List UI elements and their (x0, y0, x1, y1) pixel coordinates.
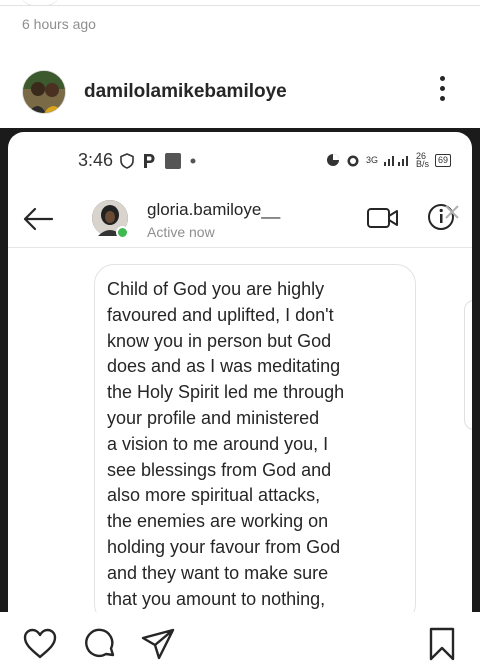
post-image: 3:46 3G 26 B/s 69 gloria.bamiloye__ Acti… (0, 128, 480, 612)
app-notification-icon (165, 153, 181, 169)
dm-username[interactable]: gloria.bamiloye__ (147, 200, 280, 220)
back-arrow-icon[interactable] (22, 206, 54, 232)
network-type: 3G (366, 155, 379, 165)
dot-icon (190, 158, 196, 164)
avatar[interactable] (22, 70, 66, 114)
post-timestamp: 6 hours ago (22, 16, 96, 32)
bookmark-icon[interactable] (424, 626, 460, 662)
heart-icon[interactable] (22, 626, 58, 662)
message-line: the enemies are working on (107, 511, 329, 532)
more-vertical-icon[interactable] (436, 76, 448, 106)
message-line: know you in person but God (107, 330, 332, 351)
speed-unit: B/s (416, 159, 430, 169)
instagram-post: 6 hours ago damilolamikebamiloye 3:46 3G… (0, 0, 480, 670)
video-call-icon[interactable] (366, 206, 400, 230)
online-status-dot (116, 226, 129, 239)
message-line: also more spiritual attacks, (107, 485, 321, 506)
message-line: see blessings from God and (107, 459, 332, 480)
status-right-icons: 3G 26 B/s 69 (326, 152, 452, 169)
network-speed: 26 B/s (416, 152, 430, 169)
previous-post-edge (0, 0, 480, 10)
post-header: damilolamikebamiloye (0, 68, 480, 118)
post-action-bar (0, 612, 480, 670)
comment-icon[interactable] (82, 626, 118, 662)
message-line: and they want to make sure (107, 562, 329, 583)
send-icon[interactable] (140, 626, 176, 662)
post-username[interactable]: damilolamikebamiloye (84, 81, 287, 103)
dm-screenshot: 3:46 3G 26 B/s 69 gloria.bamiloye__ Acti… (8, 132, 472, 612)
message-line: holding your favour from God (107, 536, 341, 557)
shield-icon (120, 153, 134, 169)
message-line: Child of God you are highly (107, 279, 325, 299)
status-time: 3:46 (78, 150, 114, 170)
parking-icon (144, 154, 155, 168)
info-icon[interactable] (426, 202, 460, 232)
data-saver-icon (327, 154, 339, 166)
status-left-icons (120, 152, 196, 170)
message-line: the Holy Spirit led me through (107, 382, 345, 403)
message-line: your profile and ministered (107, 407, 320, 428)
dm-header: gloria.bamiloye__ Active now (8, 192, 472, 248)
battery-icon: 69 (435, 153, 452, 167)
next-image-edge (464, 300, 472, 430)
signal-icon (384, 156, 409, 166)
dm-active-status: Active now (147, 224, 215, 240)
alarm-icon (347, 155, 359, 167)
message-line: does and as I was meditating (107, 356, 341, 377)
message-bubble: Child of God you are highly favoured and… (94, 264, 416, 612)
message-line: a vision to me around you, I (107, 433, 329, 454)
phone-status-bar: 3:46 3G 26 B/s 69 (8, 146, 472, 174)
message-line: that you amount to nothing, (107, 588, 326, 609)
message-line: favoured and uplifted, I don't (107, 304, 334, 325)
